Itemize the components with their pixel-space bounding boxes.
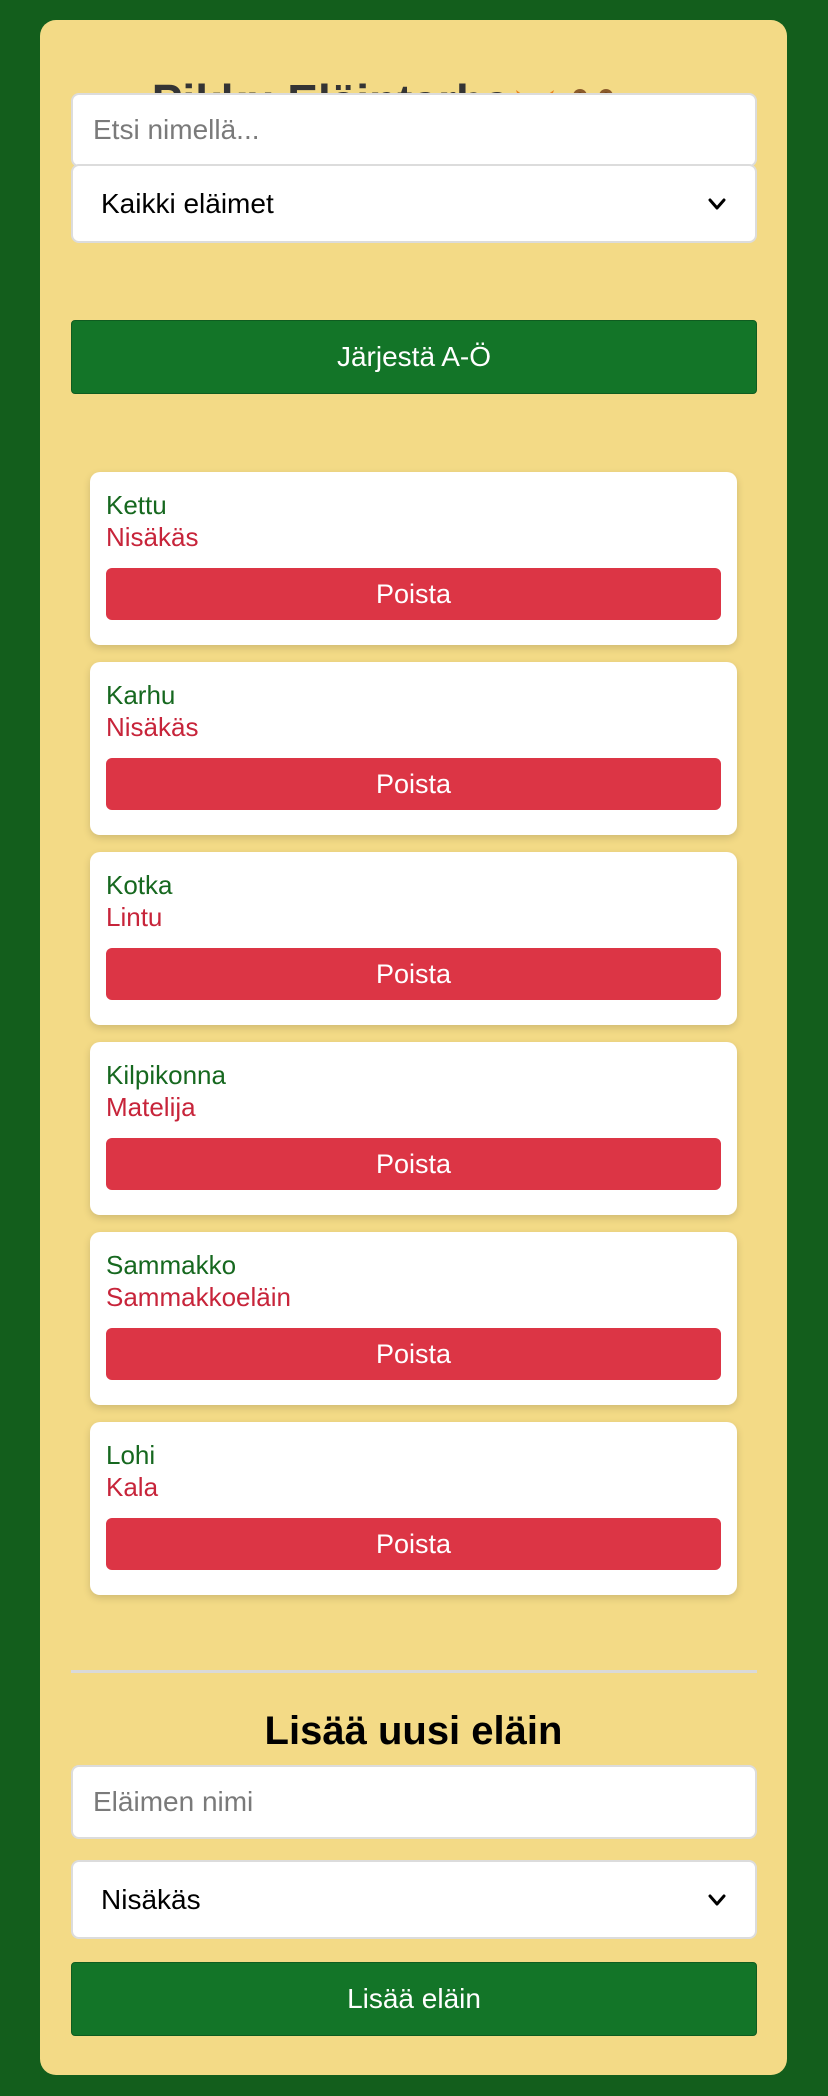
animal-name: Sammakko: [106, 1250, 237, 1280]
animal-name-input[interactable]: [71, 1765, 757, 1839]
animal-type: Lintu: [106, 902, 163, 932]
chevron-down-icon: [708, 1894, 726, 1905]
animal-card: Kettu Nisäkäs Poista: [90, 472, 737, 645]
animal-card: Sammakko Sammakkoeläin Poista: [90, 1232, 737, 1405]
search-input[interactable]: [71, 93, 757, 167]
animal-type-selected-value: Nisäkäs: [101, 1883, 201, 1915]
delete-button[interactable]: Poista: [106, 1328, 721, 1380]
animal-name: Lohi: [106, 1440, 156, 1470]
animal-type: Sammakkoeläin: [106, 1282, 291, 1312]
add-animal-title: Lisää uusi eläin: [264, 1709, 563, 1753]
animal-type-select[interactable]: Nisäkäs: [71, 1860, 757, 1939]
animal-name: Kilpikonna: [106, 1060, 226, 1090]
section-divider: [71, 1670, 757, 1673]
sort-button[interactable]: Järjestä A-Ö: [71, 320, 757, 394]
delete-button[interactable]: Poista: [106, 948, 721, 1000]
chevron-down-icon: [708, 198, 726, 209]
animal-name: Kettu: [106, 490, 167, 520]
delete-button[interactable]: Poista: [106, 1138, 721, 1190]
animal-type: Nisäkäs: [106, 522, 199, 552]
zoo-panel: Pikku Eläintarha: [40, 20, 787, 2075]
sort-button-label: Järjestä A-Ö: [336, 341, 492, 372]
delete-button[interactable]: Poista: [106, 568, 721, 620]
delete-button[interactable]: Poista: [106, 758, 721, 810]
animal-type: Matelija: [106, 1092, 196, 1122]
animal-type: Kala: [106, 1472, 159, 1502]
animal-card: Lohi Kala Poista: [90, 1422, 737, 1595]
delete-button[interactable]: Poista: [106, 1518, 721, 1570]
animal-card: Kotka Lintu Poista: [90, 852, 737, 1025]
filter-selected-value: Kaikki eläimet: [101, 187, 274, 219]
animal-card: Karhu Nisäkäs Poista: [90, 662, 737, 835]
filter-select[interactable]: Kaikki eläimet: [71, 164, 757, 243]
animal-name: Karhu: [106, 680, 176, 710]
animal-type: Nisäkäs: [106, 712, 199, 742]
animal-card: Kilpikonna Matelija Poista: [90, 1042, 737, 1215]
animal-name: Kotka: [106, 870, 173, 900]
add-animal-button[interactable]: Lisää eläin: [71, 1962, 757, 2036]
add-animal-button-label: Lisää eläin: [347, 1983, 481, 2014]
